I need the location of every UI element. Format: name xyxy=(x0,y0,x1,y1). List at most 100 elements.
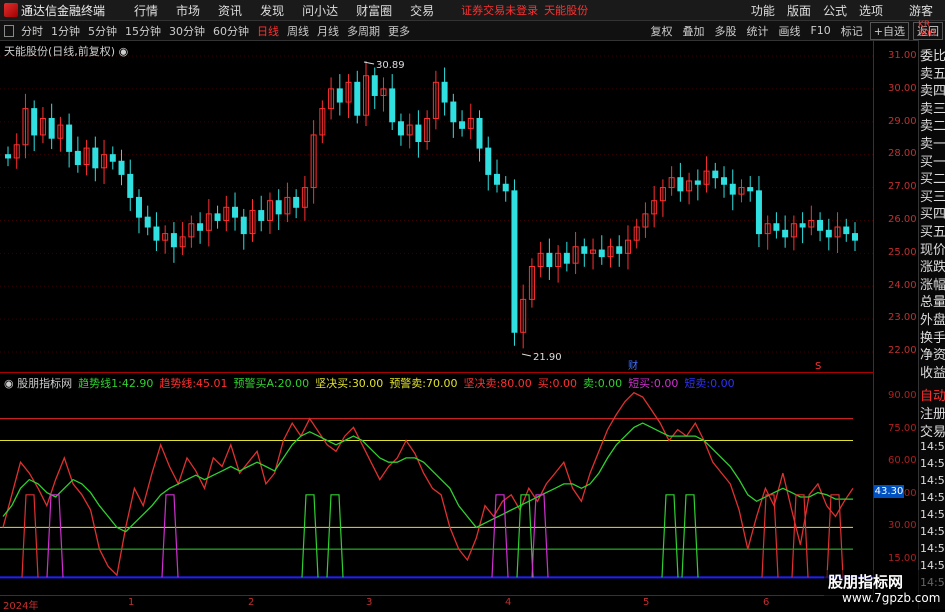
price-tick: 26.00 xyxy=(888,214,917,225)
date-tick: 3 xyxy=(366,597,373,608)
indicator-name[interactable]: ◉ 股朋指标网 xyxy=(4,375,72,391)
quote-field-label: 卖四 xyxy=(920,84,945,100)
quote-field-label: 涨幅 xyxy=(920,277,945,293)
indicator-value: 70.00 xyxy=(426,377,458,390)
indicator-tick: 75.00 xyxy=(888,422,917,434)
quote-field-label: 收益 xyxy=(920,365,945,381)
quote-field-label: 买四 xyxy=(920,207,945,223)
watermark: 股朋指标网 www.7gpzb.com xyxy=(824,570,945,609)
high-pointer xyxy=(363,61,375,65)
candle-body xyxy=(415,124,422,143)
candle-body xyxy=(336,88,343,103)
indicator-item: 趋势线1:42.90 xyxy=(78,375,153,391)
candle-body xyxy=(485,147,492,175)
indicator-value: 0.00 xyxy=(597,377,623,390)
stock-title: 天能股份(日线,前复权) ◉ xyxy=(4,45,129,58)
quote-field-label: 外盘 xyxy=(920,313,945,328)
signal-spike xyxy=(761,494,779,578)
side-action[interactable]: 自动 xyxy=(920,385,945,404)
indicator-value: 20.00 xyxy=(277,377,310,390)
candle-body xyxy=(511,190,518,333)
signal-spike xyxy=(491,494,509,578)
indicator-label: 趋势线1: xyxy=(78,377,122,390)
indicator-value: 45.01 xyxy=(196,377,228,390)
candle-body xyxy=(293,196,300,208)
candle-body xyxy=(476,117,483,149)
candle-body xyxy=(197,223,204,231)
side-action[interactable]: 交易 xyxy=(920,421,945,440)
candle-body xyxy=(843,226,850,235)
candle-body xyxy=(493,173,500,185)
indicator-value: 0.00 xyxy=(552,377,577,390)
signal-spike xyxy=(681,494,699,578)
signal-marker: S xyxy=(815,361,821,372)
quote-field-label: 委比 xyxy=(920,49,945,64)
tick-time: 14:5 xyxy=(920,508,945,521)
trend-line-red xyxy=(2,391,854,577)
quote-field-label: 买一 xyxy=(920,154,945,170)
indicator-tick: 15.00 xyxy=(888,552,917,564)
settings-icon[interactable]: ◉ xyxy=(119,45,129,58)
add-watchlist-button[interactable]: +自选 xyxy=(869,21,909,40)
candle-body xyxy=(598,249,605,258)
side-action[interactable]: 注册 xyxy=(920,403,945,422)
candle-body xyxy=(546,252,553,267)
candle-body xyxy=(109,154,116,162)
indicator-item: 短买:0.00 xyxy=(628,375,678,391)
indicator-item: 坚决买:30.00 xyxy=(315,375,383,391)
candle-body xyxy=(240,216,247,235)
candle-body xyxy=(712,170,719,179)
candle-body xyxy=(170,233,177,248)
low-annotation: 21.90 xyxy=(533,352,562,363)
tick-time: 14:5 xyxy=(920,542,945,555)
indicator-item: 卖:0.00 xyxy=(583,375,622,391)
tick-time: 14:5 xyxy=(920,474,945,487)
watermark-url: www.7gpzb.com xyxy=(842,591,941,605)
quote-field-label: 换手 xyxy=(920,330,945,346)
indicator-item: 趋势线:45.01 xyxy=(159,375,227,391)
quote-field-label: 买二 xyxy=(920,172,945,188)
candle-body xyxy=(721,177,728,185)
candle-body xyxy=(729,183,736,195)
candle-body xyxy=(852,233,858,241)
candle-body xyxy=(677,177,684,192)
quote-field-label: 买三 xyxy=(920,189,945,205)
candle-body xyxy=(371,75,378,96)
indicator-value: 0.00 xyxy=(653,377,679,390)
candle-body xyxy=(755,190,762,235)
candle-body xyxy=(502,183,509,192)
candle-body xyxy=(127,173,134,198)
candle-body xyxy=(275,200,282,215)
signal-spike xyxy=(46,494,64,578)
indicator-label: 坚决卖: xyxy=(463,377,501,390)
indicator-value: 30.00 xyxy=(351,377,384,390)
candle-body xyxy=(118,160,125,175)
guest-label[interactable]: 游客 xyxy=(909,2,933,19)
candle-body xyxy=(135,196,142,218)
tick-time: 14:5 xyxy=(920,491,945,504)
date-tick: 2 xyxy=(248,597,255,608)
candle-body xyxy=(782,229,789,238)
indicator-tick: 30.00 xyxy=(888,520,917,531)
candle-body xyxy=(354,81,361,116)
candle-body xyxy=(389,88,396,123)
candle-body xyxy=(581,246,588,254)
indicator-tick: 90.00 xyxy=(888,390,917,401)
kline-chart[interactable]: 30.89 21.90 财 S xyxy=(0,0,873,595)
pane-divider[interactable] xyxy=(0,372,873,373)
indicator-value: 0.00 xyxy=(710,377,735,390)
quote-field-label: 卖三 xyxy=(920,101,945,117)
quote-field-label: 净资 xyxy=(920,348,945,364)
signal-spike xyxy=(21,494,39,578)
current-value-label: 43.30 xyxy=(874,485,904,498)
candle-body xyxy=(773,223,780,231)
candle-body xyxy=(74,150,81,166)
candle-body xyxy=(232,206,239,218)
low-pointer xyxy=(521,353,532,357)
tick-time: 14:5 xyxy=(920,440,945,453)
indicator-item: 短卖:0.00 xyxy=(684,375,734,391)
candle-body xyxy=(92,147,99,169)
indicator-label: 趋势线: xyxy=(159,377,197,390)
signal-spike xyxy=(661,494,679,578)
quote-field-label: 卖五 xyxy=(920,66,945,82)
